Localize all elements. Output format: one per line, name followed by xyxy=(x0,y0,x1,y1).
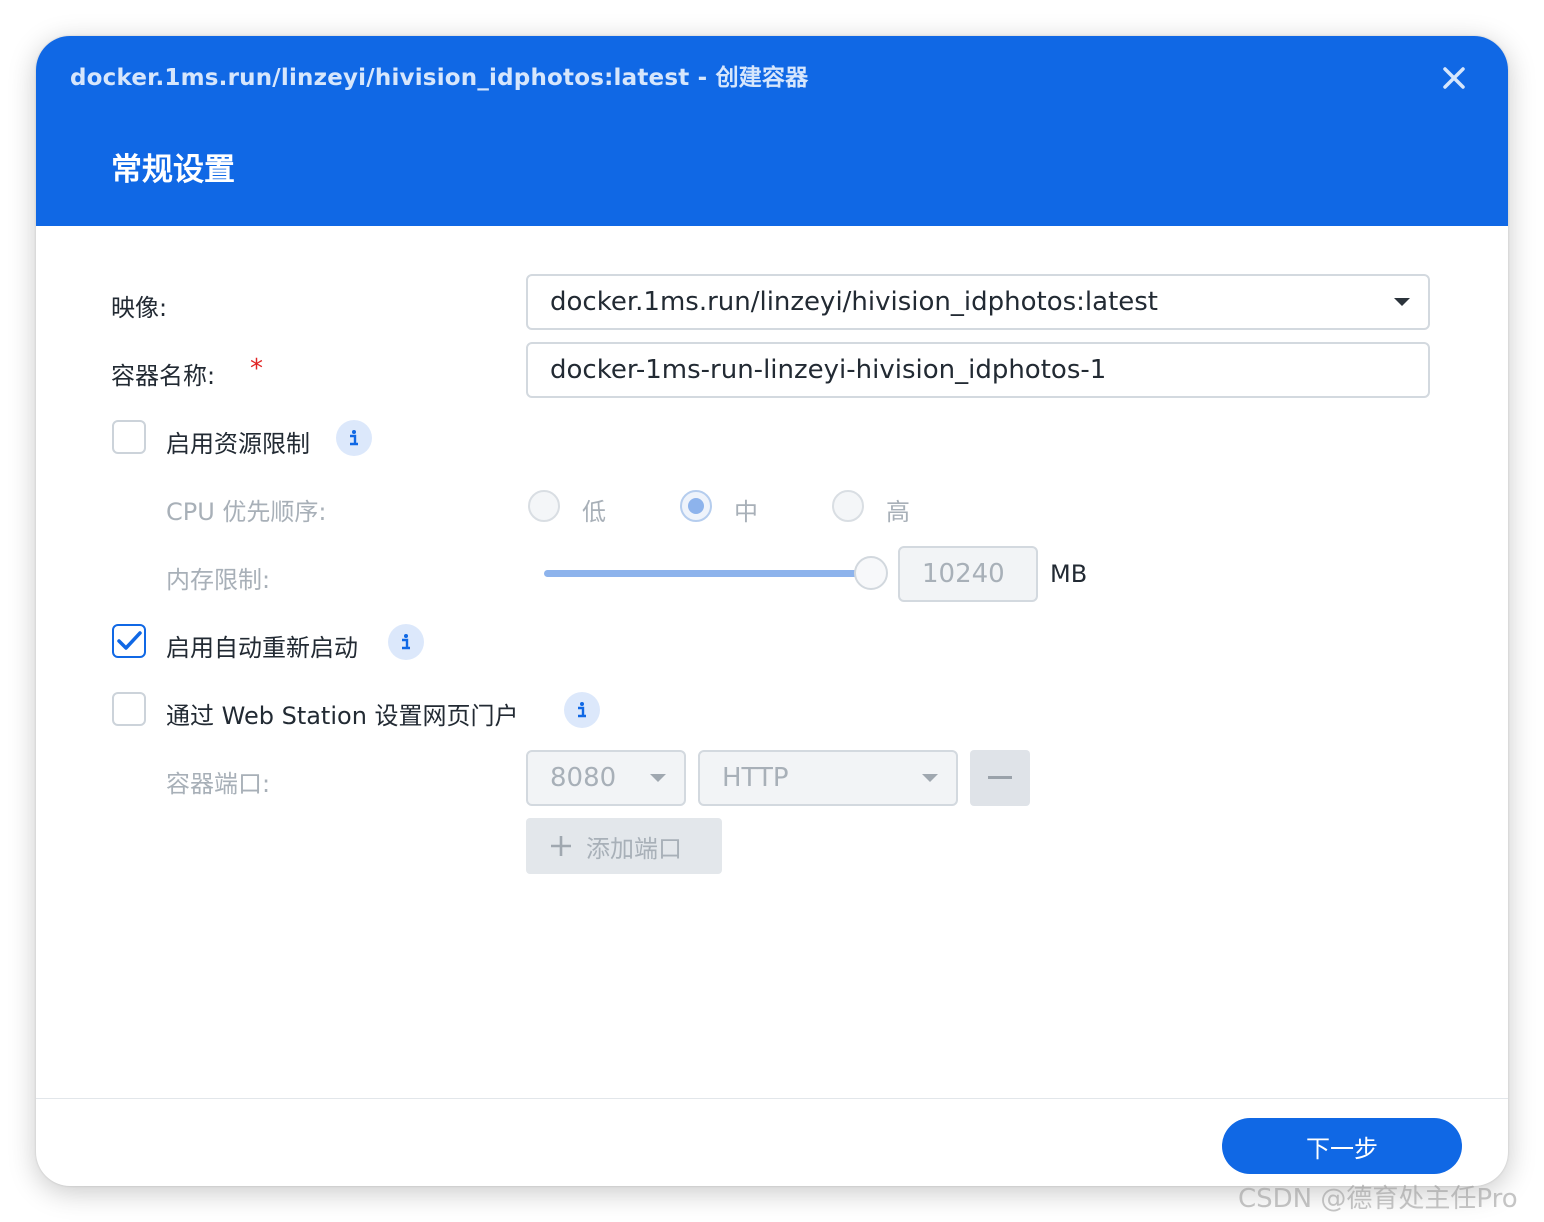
auto-restart-info-button[interactable] xyxy=(388,624,424,660)
cpu-medium-radio[interactable] xyxy=(680,490,712,522)
footer-divider xyxy=(36,1098,1508,1099)
close-icon xyxy=(1443,67,1465,89)
resource-limit-checkbox[interactable] xyxy=(112,420,146,454)
required-marker: * xyxy=(250,354,263,384)
memory-value: 10240 xyxy=(922,559,1005,589)
cpu-priority-label: CPU 优先顺序: xyxy=(166,498,327,526)
chevron-down-icon xyxy=(922,774,938,782)
container-port-label: 容器端口: xyxy=(166,770,271,798)
auto-restart-label: 启用自动重新启动 xyxy=(166,634,358,662)
resource-limit-label: 启用资源限制 xyxy=(166,430,310,458)
chevron-down-icon xyxy=(650,774,666,782)
port-select-value: 8080 xyxy=(550,763,617,793)
remove-port-button[interactable] xyxy=(970,750,1030,806)
container-name-label: 容器名称: xyxy=(111,362,216,390)
port-select[interactable]: 8080 xyxy=(526,750,686,806)
web-station-info-button[interactable] xyxy=(564,692,600,728)
watermark: CSDN @德育处主任Pro xyxy=(1238,1184,1518,1214)
memory-input[interactable]: 10240 xyxy=(898,546,1038,602)
container-name-input[interactable]: docker-1ms-run-linzeyi-hivision_idphotos… xyxy=(526,342,1430,398)
step-title: 常规设置 xyxy=(111,152,235,188)
memory-limit-label: 内存限制: xyxy=(166,566,271,594)
memory-unit: MB xyxy=(1050,560,1088,588)
container-name-value: docker-1ms-run-linzeyi-hivision_idphotos… xyxy=(550,355,1107,385)
web-station-checkbox[interactable] xyxy=(112,692,146,726)
image-select-value: docker.1ms.run/linzeyi/hivision_idphotos… xyxy=(550,287,1159,317)
info-icon xyxy=(578,702,586,718)
web-station-label: 通过 Web Station 设置网页门户 xyxy=(166,702,519,730)
create-container-dialog: docker.1ms.run/linzeyi/hivision_idphotos… xyxy=(36,36,1508,1186)
cpu-medium-label: 中 xyxy=(734,498,758,526)
cpu-low-label: 低 xyxy=(582,498,606,526)
dialog-header: docker.1ms.run/linzeyi/hivision_idphotos… xyxy=(36,36,1508,226)
checkmark-icon xyxy=(117,631,142,650)
cpu-high-radio[interactable] xyxy=(832,490,864,522)
resource-limit-info-button[interactable] xyxy=(336,420,372,456)
add-port-label: 添加端口 xyxy=(586,834,682,863)
auto-restart-checkbox[interactable] xyxy=(112,624,146,658)
info-icon xyxy=(350,430,358,446)
next-button[interactable]: 下一步 xyxy=(1222,1118,1462,1174)
memory-slider-track[interactable] xyxy=(544,570,874,577)
image-select[interactable]: docker.1ms.run/linzeyi/hivision_idphotos… xyxy=(526,274,1430,330)
chevron-down-icon xyxy=(1394,298,1410,306)
cpu-high-label: 高 xyxy=(886,498,910,526)
dialog-title: docker.1ms.run/linzeyi/hivision_idphotos… xyxy=(70,65,809,91)
memory-slider-thumb[interactable] xyxy=(854,556,888,590)
add-port-button[interactable]: 添加端口 xyxy=(526,818,722,874)
protocol-select-value: HTTP xyxy=(722,763,789,793)
close-button[interactable] xyxy=(1436,60,1472,96)
minus-icon xyxy=(988,776,1012,779)
image-label: 映像: xyxy=(111,294,168,322)
cpu-low-radio[interactable] xyxy=(528,490,560,522)
plus-icon xyxy=(551,836,571,856)
info-icon xyxy=(402,634,410,650)
protocol-select[interactable]: HTTP xyxy=(698,750,958,806)
